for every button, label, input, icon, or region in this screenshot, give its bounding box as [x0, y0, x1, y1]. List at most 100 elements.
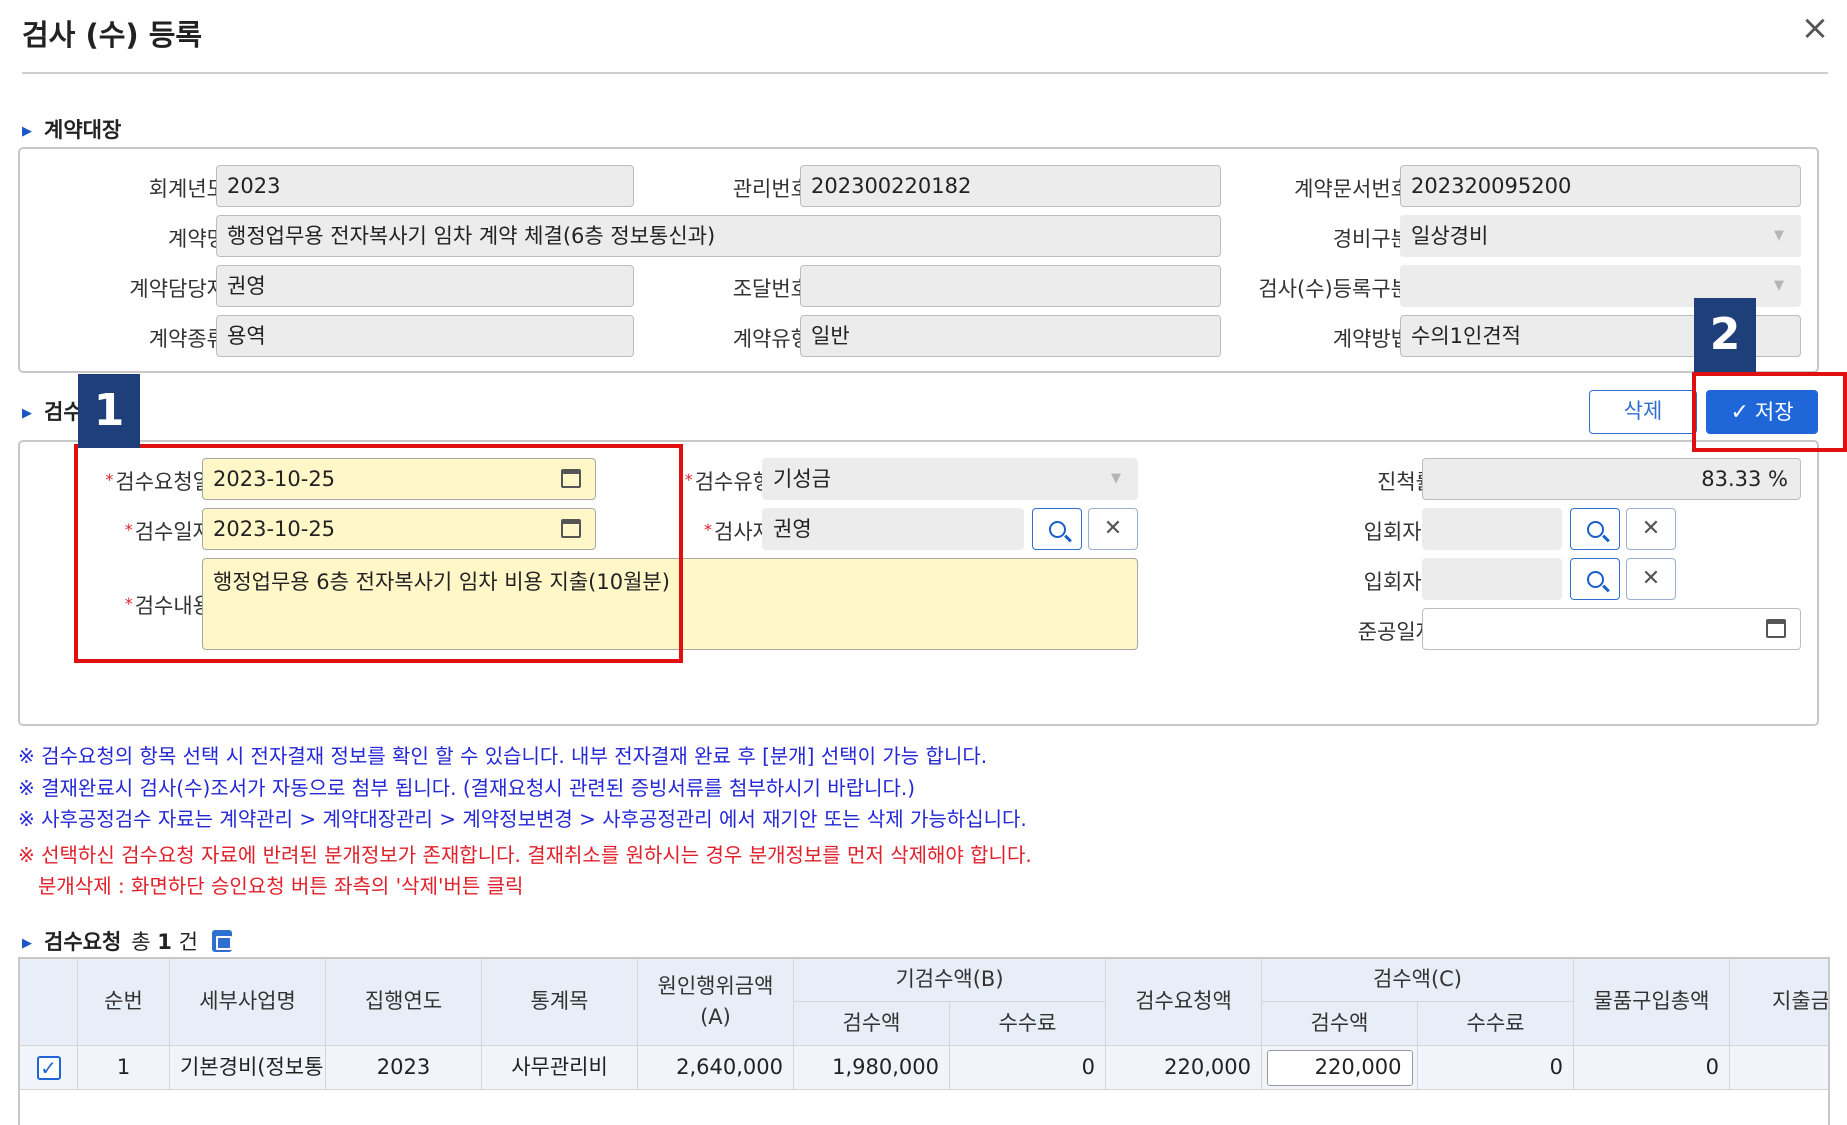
chevron-down-icon: ▼ — [1111, 471, 1121, 486]
grid-header-expense: 지출금 — [1730, 959, 1828, 1046]
completion-date-input[interactable] — [1422, 608, 1801, 650]
inspector-field[interactable]: 권영 — [762, 508, 1024, 550]
contract-kind-label: 계약종류 — [148, 327, 226, 351]
contract-method-label: 계약방법 — [1332, 327, 1410, 351]
manage-no-label: 관리번호 — [732, 177, 810, 201]
grid-header-prev-inspect: 기검수액(B) — [794, 959, 1106, 1002]
grid-header-check — [20, 959, 78, 1046]
row-request-amount: 220,000 — [1106, 1046, 1262, 1090]
warning-line: 분개삭제 : 화면하단 승인요청 버튼 좌측의 '삭제'버튼 클릭 — [38, 874, 524, 898]
row-cause-amount: 2,640,000 — [638, 1046, 794, 1090]
manager-label: 계약담당자 — [129, 277, 226, 301]
inspect-reg-type-label: 검사(수)등록구분 — [1258, 277, 1410, 301]
close-icon: ✕ — [1641, 516, 1661, 541]
grid-header-inspect-fee: 수수료 — [1418, 1002, 1574, 1046]
notice-line: ※ 사후공정검수 자료는 계약관리 > 계약대장관리 > 계약정보변경 > 사후… — [18, 807, 1027, 831]
request-list-header: ▶ 검수요청 총 1 건 — [22, 926, 232, 956]
witness2-field[interactable] — [1422, 558, 1562, 600]
progress-label: 진척률 — [1377, 470, 1435, 494]
row-prev-fee: 0 — [950, 1046, 1106, 1090]
highlight-box-2 — [1692, 372, 1847, 452]
notice-block: ※ 검수요청의 항목 선택 시 전자결재 정보를 확인 할 수 있습니다. 내부… — [18, 741, 1032, 903]
expense-type-label: 경비구분 — [1332, 227, 1410, 251]
expense-type-value: 일상경비 — [1411, 224, 1489, 248]
grid-header-prev-fee: 수수료 — [950, 1002, 1106, 1046]
inspection-section-header: ▶ 검수 — [22, 396, 83, 426]
completion-date-label: 준공일자 — [1357, 620, 1435, 644]
highlight-box-1 — [74, 444, 683, 663]
witness1-clear-button[interactable]: ✕ — [1626, 508, 1676, 550]
contract-panel: 회계년도 2023 관리번호 202300220182 계약문서번호 20232… — [18, 147, 1819, 373]
contract-kind-field[interactable]: 용역 — [216, 315, 634, 357]
row-purchase-total: 0 — [1574, 1046, 1730, 1090]
chevron-down-icon: ▼ — [1774, 278, 1784, 293]
step-badge-1: 1 — [78, 374, 140, 448]
close-icon: ✕ — [1103, 516, 1123, 541]
section-triangle-icon: ▶ — [22, 124, 32, 139]
contract-type-field[interactable]: 일반 — [800, 315, 1221, 357]
progress-field[interactable]: 83.33 % — [1422, 458, 1801, 500]
excel-export-icon[interactable] — [211, 930, 232, 952]
row-inspect-amount-cell[interactable]: 220,000 — [1262, 1046, 1418, 1090]
witness2-search-button[interactable] — [1570, 558, 1620, 600]
grid-header-account: 통계목 — [482, 959, 638, 1046]
contract-section-header: ▶ 계약대장 — [22, 114, 121, 144]
search-icon — [1586, 570, 1604, 588]
notice-line: ※ 결재완료시 검사(수)조서가 자동으로 첨부 됩니다. (결재요청시 관련된… — [18, 775, 916, 800]
row-inspect-fee: 0 — [1418, 1046, 1574, 1090]
witness1-field[interactable] — [1422, 508, 1562, 550]
inspection-section-title: 검수 — [44, 400, 83, 424]
grid-header-inspect: 검수액(C) — [1262, 959, 1574, 1002]
inspect-type-select[interactable]: 기성금 ▼ — [762, 458, 1138, 500]
delete-button[interactable]: 삭제 — [1589, 390, 1697, 434]
inspector-search-button[interactable] — [1032, 508, 1082, 550]
close-icon: ✕ — [1641, 566, 1661, 591]
doc-no-label: 계약문서번호 — [1294, 177, 1410, 201]
row-prev-amount: 1,980,000 — [794, 1046, 950, 1090]
grid-header-cause-amount: 원인행위금액 (A) — [638, 959, 794, 1046]
manage-no-field[interactable]: 202300220182 — [800, 165, 1221, 207]
inspect-amount-input[interactable]: 220,000 — [1266, 1049, 1413, 1086]
chevron-down-icon: ▼ — [1774, 228, 1784, 243]
witness1-search-button[interactable] — [1570, 508, 1620, 550]
fiscal-year-label: 회계년도 — [148, 177, 226, 201]
row-account: 사무관리비 — [482, 1046, 638, 1090]
fiscal-year-field[interactable]: 2023 — [216, 165, 634, 207]
request-count: 총 1 건 — [131, 930, 198, 954]
expense-type-select[interactable]: 일상경비 ▼ — [1400, 215, 1801, 257]
dialog-title: 검사 (수) 등록 — [22, 18, 203, 52]
inspect-type-value: 기성금 — [773, 467, 831, 491]
witness2-clear-button[interactable]: ✕ — [1626, 558, 1676, 600]
inspector-clear-button[interactable]: ✕ — [1088, 508, 1138, 550]
contract-section-title: 계약대장 — [44, 118, 122, 142]
request-list-title: 검수요청 — [44, 930, 122, 954]
search-icon — [1048, 520, 1066, 538]
required-mark: * — [684, 470, 693, 489]
section-triangle-icon: ▶ — [22, 406, 32, 421]
warning-line: ※ 선택하신 검수요청 자료에 반려된 분개정보가 존재합니다. 결재취소를 원… — [18, 842, 1032, 867]
grid-header-year: 집행연도 — [326, 959, 482, 1046]
calendar-icon[interactable] — [1766, 619, 1786, 638]
section-triangle-icon: ▶ — [22, 936, 32, 951]
close-icon[interactable]: × — [1797, 8, 1833, 48]
grid-header-prev-amount: 검수액 — [794, 1002, 950, 1046]
required-mark: * — [704, 520, 713, 539]
grid-header-purchase-total: 물품구입총액 — [1574, 959, 1730, 1046]
procure-no-label: 조달번호 — [732, 277, 810, 301]
doc-no-field[interactable]: 202320095200 — [1400, 165, 1801, 207]
notice-line: ※ 검수요청의 항목 선택 시 전자결재 정보를 확인 할 수 있습니다. 내부… — [18, 744, 988, 768]
contract-name-field[interactable]: 행정업무용 전자복사기 임차 계약 체결(6층 정보통신과) — [216, 215, 1221, 257]
row-expense — [1730, 1046, 1828, 1090]
search-icon — [1586, 520, 1604, 538]
contract-name-label: 계약명 — [168, 227, 226, 251]
manager-field[interactable]: 권영 — [216, 265, 634, 307]
contract-type-label: 계약유형 — [732, 327, 810, 351]
witness2-label: 입회자2 — [1363, 570, 1435, 594]
row-checkbox-cell[interactable]: ✓ — [20, 1046, 78, 1090]
row-seq: 1 — [78, 1046, 170, 1090]
row-project: 기본경비(정보통 — [170, 1046, 326, 1090]
step-badge-2: 2 — [1694, 298, 1756, 372]
procure-no-field[interactable] — [800, 265, 1221, 307]
row-checkbox[interactable]: ✓ — [36, 1055, 61, 1080]
grid-header-request-amount: 검수요청액 — [1106, 959, 1262, 1046]
